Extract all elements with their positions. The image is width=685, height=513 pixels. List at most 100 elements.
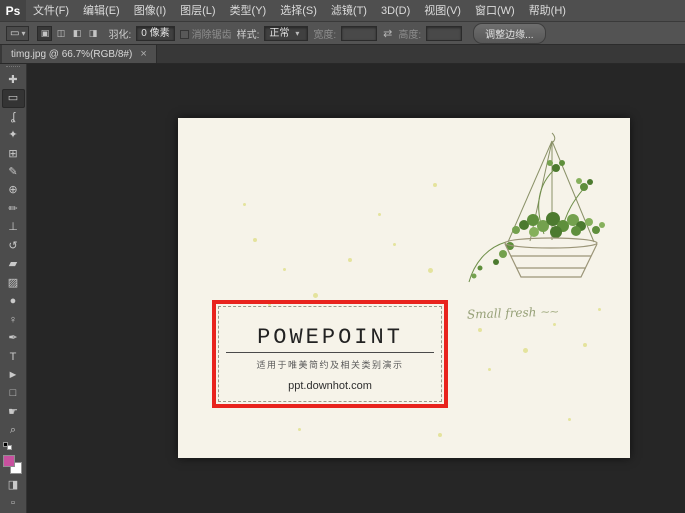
menu-window[interactable]: 窗口(W) [468, 0, 522, 21]
style-label: 样式: [237, 26, 260, 41]
lasso-tool[interactable]: ʆ [2, 108, 25, 126]
new-selection-button[interactable]: ▣ [37, 26, 52, 41]
slide-subtitle: 适用于唯美简约及相关类别演示 [256, 358, 403, 371]
add-selection-button[interactable]: ◫ [53, 26, 68, 41]
decor-dot [438, 433, 442, 437]
chevron-down-icon: ▾ [21, 29, 25, 38]
decor-dot [478, 328, 482, 332]
healing-brush-icon: ⊕ [8, 185, 17, 196]
close-icon[interactable]: × [140, 48, 146, 60]
document-tab-bar: timg.jpg @ 66.7%(RGB/8#) × [0, 45, 685, 64]
panel-grip[interactable] [6, 66, 20, 69]
slide-url: ppt.downhot.com [288, 380, 372, 392]
subtract-selection-button[interactable]: ◧ [69, 26, 84, 41]
zoom-icon: ⌕ [10, 425, 16, 436]
type-icon: T [10, 352, 17, 363]
clone-stamp-tool[interactable]: ⊥ [2, 219, 25, 237]
antialias-label: 消除锯齿 [192, 30, 232, 41]
path-selection-tool[interactable]: ► [2, 366, 25, 384]
tool-preset-picker[interactable]: ▭ ▾ [6, 26, 29, 41]
style-select[interactable]: 正常 ▾ [264, 26, 308, 41]
eyedropper-tool[interactable]: ✎ [2, 163, 25, 181]
refine-edge-button[interactable]: 调整边缘... [473, 23, 545, 44]
document-tab[interactable]: timg.jpg @ 66.7%(RGB/8#) × [2, 45, 157, 63]
default-colors-icon[interactable] [3, 442, 15, 450]
marching-ants-selection: POWEPOINT 适用于唯美简约及相关类别演示 ppt.downhot.com [218, 306, 442, 402]
width-label: 宽度: [313, 26, 336, 41]
crop-icon: ⊞ [8, 149, 17, 160]
pen-icon: ✒ [8, 333, 17, 344]
menu-help[interactable]: 帮助(H) [522, 0, 573, 21]
lasso-icon: ʆ [11, 112, 15, 123]
dodge-tool[interactable]: ♀ [2, 311, 25, 329]
decor-dot [523, 348, 528, 353]
screen-mode-icon: ▫ [11, 498, 15, 509]
document-canvas[interactable]: Small fresh ∼∼ POWEPOINT 适用于唯美简约及相关类别演示 … [178, 118, 630, 458]
decor-dot [428, 268, 433, 273]
slide-title: POWEPOINT [226, 325, 434, 350]
decor-dot [488, 368, 491, 371]
quick-mask-button[interactable]: ◨ [2, 476, 25, 494]
eraser-tool[interactable]: ▰ [2, 256, 25, 274]
photoshop-window: Ps 文件(F) 编辑(E) 图像(I) 图层(L) 类型(Y) 选择(S) 滤… [0, 0, 685, 513]
menu-3d[interactable]: 3D(D) [374, 0, 417, 21]
blur-icon: ● [10, 296, 17, 307]
subtract-selection-icon: ◧ [73, 28, 82, 39]
gradient-icon: ▨ [8, 278, 18, 289]
history-brush-icon: ↺ [8, 241, 17, 252]
hand-icon: ☛ [8, 407, 18, 418]
intersect-selection-button[interactable]: ◨ [85, 26, 100, 41]
decor-dot [378, 213, 381, 216]
slide-title-underline: POWEPOINT [226, 325, 434, 353]
color-swatches [2, 453, 25, 476]
menu-image[interactable]: 图像(I) [127, 0, 173, 21]
menu-select[interactable]: 选择(S) [273, 0, 324, 21]
menu-filter[interactable]: 滤镜(T) [324, 0, 374, 21]
menu-type[interactable]: 类型(Y) [223, 0, 274, 21]
feather-label: 羽化: [108, 26, 131, 41]
options-bar: ▭ ▾ ▣ ◫ ◧ ◨ 羽化: 0 像素 消除锯齿 样式: 正常 ▾ 宽度: ⇄… [0, 22, 685, 45]
menu-view[interactable]: 视图(V) [417, 0, 468, 21]
style-value: 正常 [269, 27, 289, 40]
height-input[interactable] [426, 26, 462, 41]
feather-input[interactable]: 0 像素 [136, 26, 174, 41]
blur-tool[interactable]: ● [2, 292, 25, 310]
quick-selection-tool[interactable]: ✦ [2, 126, 25, 144]
shape-tool[interactable]: □ [2, 385, 25, 403]
brush-tool[interactable]: ✏ [2, 200, 25, 218]
zoom-tool[interactable]: ⌕ [2, 422, 25, 440]
height-label: 高度: [398, 26, 421, 41]
decor-dot [583, 343, 587, 347]
move-tool[interactable]: ✚ [2, 71, 25, 89]
swap-dimensions-icon[interactable]: ⇄ [382, 27, 393, 40]
caption-text: Small fresh [467, 305, 537, 321]
pen-tool[interactable]: ✒ [2, 329, 25, 347]
menu-bar: Ps 文件(F) 编辑(E) 图像(I) 图层(L) 类型(Y) 选择(S) 滤… [0, 0, 685, 22]
gradient-tool[interactable]: ▨ [2, 274, 25, 292]
checkbox-icon [180, 30, 189, 39]
width-input[interactable] [341, 26, 377, 41]
document-tab-title: timg.jpg @ 66.7%(RGB/8#) [11, 49, 132, 60]
menu-layer[interactable]: 图层(L) [173, 0, 222, 21]
antialias-checkbox[interactable]: 消除锯齿 [180, 26, 232, 41]
rectangular-marquee-tool[interactable]: ▭ [2, 89, 25, 108]
foreground-color-swatch[interactable] [3, 455, 15, 467]
canvas-area[interactable]: Small fresh ∼∼ POWEPOINT 适用于唯美简约及相关类别演示 … [27, 64, 685, 513]
healing-brush-tool[interactable]: ⊕ [2, 182, 25, 200]
history-brush-tool[interactable]: ↺ [2, 237, 25, 255]
workspace: ✚ ▭ ʆ ✦ ⊞ ✎ ⊕ ✏ ⊥ ↺ ▰ ▨ ● ♀ ✒ T ► □ ☛ ⌕ … [0, 64, 685, 513]
menu-edit[interactable]: 编辑(E) [76, 0, 127, 21]
annotation-rectangle: POWEPOINT 适用于唯美简约及相关类别演示 ppt.downhot.com [212, 300, 448, 408]
crop-tool[interactable]: ⊞ [2, 145, 25, 163]
clone-stamp-icon: ⊥ [8, 222, 18, 233]
app-logo: Ps [0, 0, 26, 21]
decor-dot [283, 268, 286, 271]
decor-dot [348, 258, 352, 262]
type-tool[interactable]: T [2, 348, 25, 366]
decor-dot [568, 418, 571, 421]
screen-mode-button[interactable]: ▫ [2, 495, 25, 513]
menu-file[interactable]: 文件(F) [26, 0, 76, 21]
hand-tool[interactable]: ☛ [2, 403, 25, 421]
marquee-icon: ▭ [8, 93, 18, 104]
marquee-preset-icon: ▭ [10, 28, 19, 39]
